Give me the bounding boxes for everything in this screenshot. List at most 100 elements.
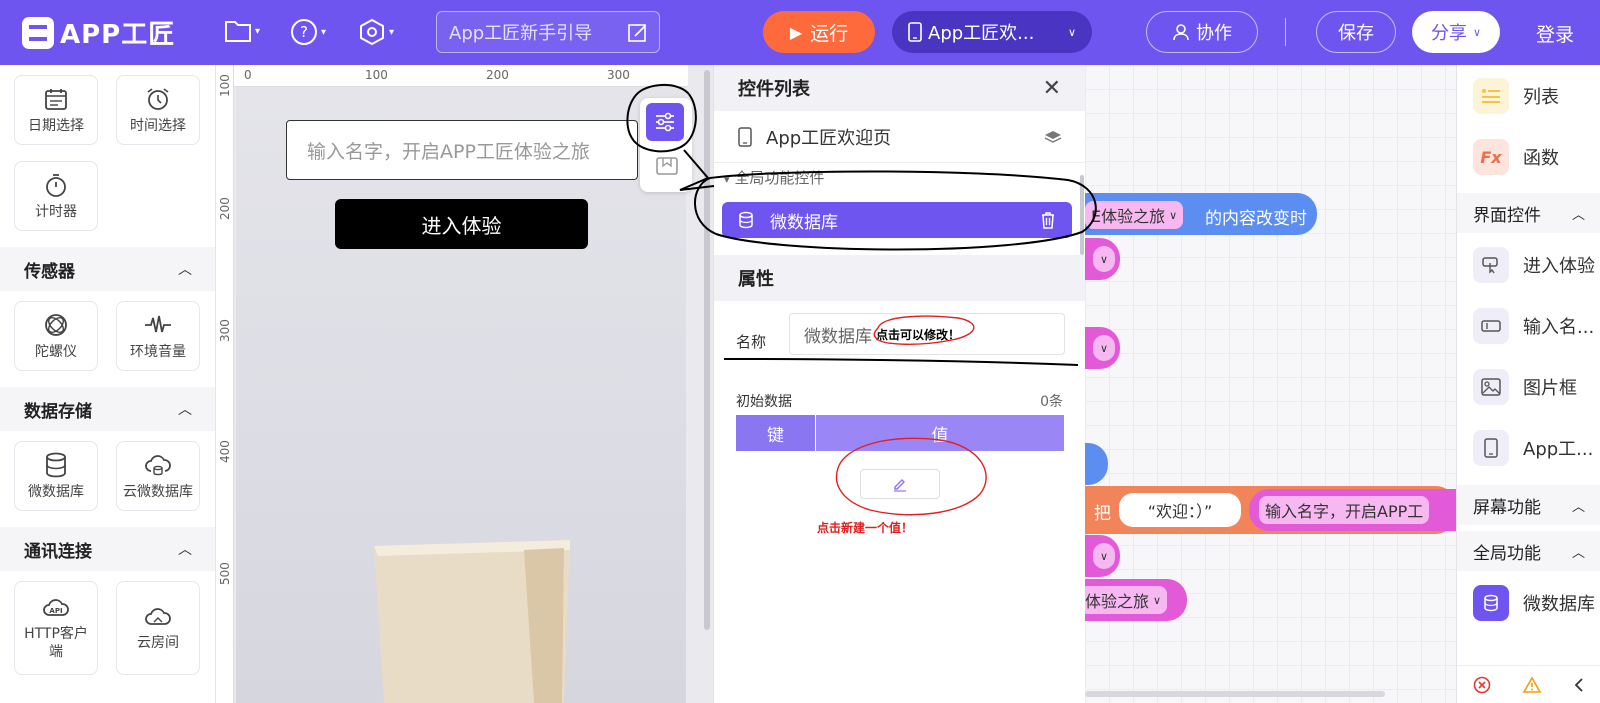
palette-tinydb[interactable]: 微数据库 <box>14 441 98 511</box>
set-block-prefix: 把 <box>1094 504 1111 524</box>
section-header-connectivity[interactable]: 通讯连接 ︿ <box>0 527 215 571</box>
block-fragment[interactable] <box>1085 443 1108 485</box>
chevron-down-icon[interactable]: ∨ <box>1093 543 1115 569</box>
box-image[interactable] <box>374 540 574 703</box>
ruler-tick: 100 <box>365 68 388 82</box>
section-header-storage[interactable]: 数据存储 ︿ <box>0 387 215 431</box>
section-header-global[interactable]: 全局功能 ︿ <box>1457 531 1600 571</box>
palette-date-picker[interactable]: 日期选择 <box>14 75 98 145</box>
play-icon: ▶ <box>789 22 803 42</box>
help-menu[interactable]: ? ▾ <box>290 18 326 46</box>
palette-ui-image[interactable]: 图片框 <box>1473 369 1577 405</box>
chevron-down-icon: ▾ <box>321 26 327 38</box>
project-name-field[interactable]: App工匠新手引导 <box>436 11 660 53</box>
text-getter-chip[interactable]: 输入名字，开启APP工 <box>1259 496 1430 524</box>
chevron-down-icon: ▾ <box>389 26 395 38</box>
login-link[interactable]: 登录 <box>1536 20 1574 47</box>
canvas-scrollbar[interactable] <box>704 70 710 630</box>
name-input-placeholder: 输入名字，开启APP工匠体验之旅 <box>307 140 590 163</box>
chevron-left-icon[interactable] <box>1573 677 1585 693</box>
block-component-text: 体验之旅 <box>1085 592 1150 611</box>
section-header-sensors[interactable]: 传感器 ︿ <box>0 247 215 291</box>
chevron-up-icon: ︿ <box>1571 207 1585 223</box>
palette-label: 日期选择 <box>28 117 84 134</box>
share-button[interactable]: 分享 ∨ <box>1412 11 1500 53</box>
component-dropdown-chip[interactable]: 体验之旅 ∨ <box>1085 586 1168 614</box>
palette-timer[interactable]: 计时器 <box>14 161 98 231</box>
chevron-up-icon: ︿ <box>178 262 192 278</box>
alarm-clock-icon <box>147 87 169 110</box>
enter-experience-button[interactable]: 进入体验 <box>335 199 588 249</box>
section-header-screen[interactable]: 屏幕功能 ︿ <box>1457 485 1600 525</box>
warning-icon[interactable] <box>1522 675 1542 694</box>
workspace-scrollbar[interactable] <box>1085 691 1385 697</box>
ruler-tick: 300 <box>607 68 630 82</box>
palette-label: 输入名... <box>1523 317 1595 338</box>
palette-ui-button[interactable]: 进入体验 <box>1473 247 1595 283</box>
tree-group-global[interactable]: ▾ 全局功能控件 <box>724 167 824 188</box>
add-value-button[interactable] <box>860 469 940 499</box>
logo-text: APP工匠 <box>60 20 176 50</box>
component-name-input[interactable]: 微数据库 点击可以修改！ <box>789 313 1065 355</box>
tree-item-page[interactable]: App工匠欢迎页 <box>714 111 1086 163</box>
section-header-ui[interactable]: 界面控件 ︿ <box>1457 193 1600 233</box>
trash-icon[interactable] <box>1040 211 1056 229</box>
annotation-edit-hint: 点击可以修改！ <box>876 327 961 342</box>
component-palette: 日期选择 时间选择 计时器 传感器 ︿ 陀螺仪 环境音量 数据存储 ︿ 微数据库… <box>0 65 216 703</box>
palette-label: App工... <box>1523 439 1594 460</box>
error-icon[interactable] <box>1473 676 1491 694</box>
gyroscope-icon <box>45 313 67 336</box>
ruler-vertical: 100 200 300 400 500 <box>216 65 234 703</box>
file-menu[interactable]: ▾ <box>224 18 260 44</box>
blocks-palette: 列表 Fx 函数 界面控件 ︿ 进入体验 输入名... 图片框 App工... … <box>1456 65 1600 703</box>
palette-gyroscope[interactable]: 陀螺仪 <box>14 301 98 371</box>
run-label: 运行 <box>810 22 849 45</box>
value-column-header: 值 <box>816 415 1064 451</box>
palette-global-tinydb[interactable]: 微数据库 <box>1473 585 1595 621</box>
palette-lists[interactable]: 列表 <box>1473 78 1559 114</box>
key-column-header: 键 <box>736 415 816 451</box>
layers-icon[interactable] <box>1044 129 1062 145</box>
close-icon[interactable]: ✕ <box>1043 76 1061 101</box>
string-literal[interactable]: “欢迎：）” <box>1119 493 1241 527</box>
palette-cloud-db[interactable]: 云微数据库 <box>116 441 200 511</box>
chevron-down-icon: ∨ <box>1067 25 1076 39</box>
name-label: 名称 <box>736 333 767 351</box>
save-button[interactable]: 保存 <box>1316 11 1396 53</box>
page-selector[interactable]: App工匠欢... ∨ <box>892 11 1092 53</box>
initial-data-count: 0条 <box>1040 394 1063 410</box>
stopwatch-icon <box>46 173 66 197</box>
svg-text:API: API <box>49 607 62 615</box>
chevron-down-icon[interactable]: ∨ <box>1093 246 1115 272</box>
palette-functions[interactable]: Fx 函数 <box>1473 139 1559 175</box>
component-dropdown-chip[interactable]: E体验之旅 ∨ <box>1085 201 1184 229</box>
palette-ui-textbox[interactable]: 输入名... <box>1473 308 1594 344</box>
name-input[interactable]: 输入名字，开启APP工匠体验之旅 <box>286 120 638 180</box>
palette-ui-screen[interactable]: App工... <box>1473 430 1593 466</box>
bookmark-icon[interactable] <box>656 156 678 176</box>
pencil-icon <box>894 479 906 492</box>
tree-item-tinydb-selected[interactable]: 微数据库 <box>722 202 1072 238</box>
edit-icon[interactable] <box>627 22 649 44</box>
waveform-icon <box>145 315 171 332</box>
palette-time-picker[interactable]: 时间选择 <box>116 75 200 145</box>
run-button[interactable]: ▶ 运行 <box>763 11 875 53</box>
properties-toggle-button[interactable] <box>646 103 684 141</box>
palette-http-client[interactable]: API HTTP客户端 <box>14 581 98 675</box>
section-title: 全局功能 <box>1473 543 1541 564</box>
touch-button-icon <box>1473 247 1509 283</box>
tree-scrollbar[interactable] <box>1080 175 1084 255</box>
page-item-label: App工匠欢迎页 <box>766 127 892 149</box>
blocks-workspace[interactable]: E体验之旅 ∨ 的内容改变时 ∨ ∨ 把 “欢迎：）” 输入名字，开启APP工 … <box>1085 65 1456 703</box>
palette-label: 微数据库 <box>1523 594 1595 615</box>
chevron-down-icon[interactable]: ∨ <box>1093 335 1115 361</box>
database-icon <box>1473 585 1509 621</box>
phone-icon <box>908 22 922 42</box>
section-title: 界面控件 <box>1473 205 1541 226</box>
project-name: App工匠新手引导 <box>449 23 593 44</box>
textbox-icon <box>1473 308 1509 344</box>
palette-cloud-room[interactable]: 云房间 <box>116 581 200 675</box>
settings-menu[interactable]: ▾ <box>358 18 394 46</box>
palette-sound-level[interactable]: 环境音量 <box>116 301 200 371</box>
collaborate-button[interactable]: 协作 <box>1146 11 1258 53</box>
